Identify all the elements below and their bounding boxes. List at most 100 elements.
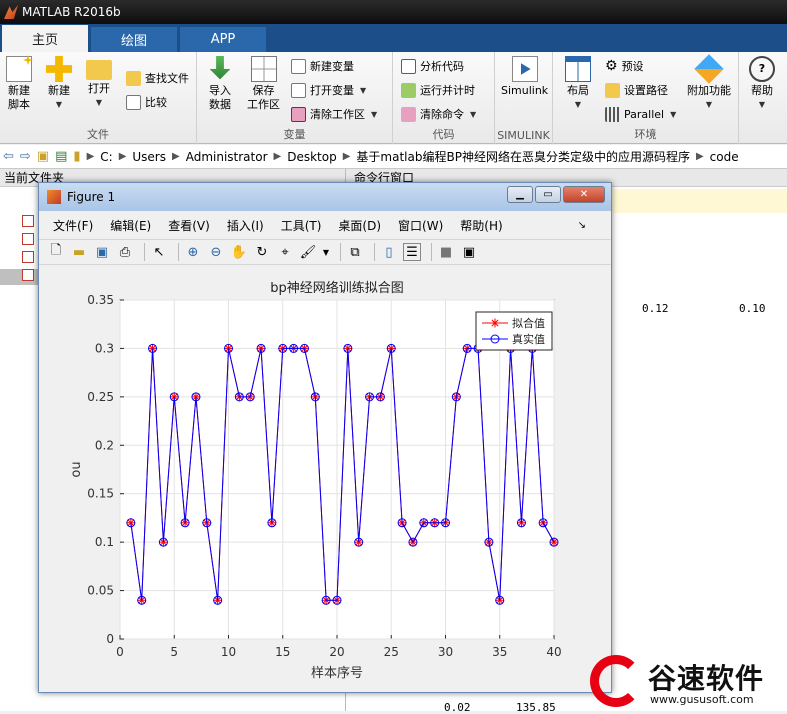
watermark-logo-icon — [590, 655, 642, 707]
figure-window[interactable]: Figure 1 ▁ ▭ ✕ 文件(F) 编辑(E) 查看(V) 插入(I) 工… — [38, 182, 612, 693]
legend-icon[interactable]: ☰ — [403, 243, 421, 261]
menu-window[interactable]: 窗口(W) — [398, 217, 443, 234]
analyze-code-icon — [401, 58, 416, 74]
help-button[interactable]: ? 帮助 ▼ — [749, 56, 775, 112]
y-tick-label: 0.35 — [87, 293, 114, 307]
matlab-file-icon — [22, 269, 34, 281]
file-group-label: 文件 — [87, 128, 109, 141]
help-label: 帮助 — [751, 84, 773, 97]
matlab-file-icon — [22, 251, 34, 263]
forward-arrow-icon[interactable]: ⇨ — [20, 149, 31, 164]
y-tick-label: 0.1 — [95, 535, 114, 549]
clear-workspace-label: 清除工作区 — [310, 108, 365, 121]
import-data-button[interactable]: 导入 数据 — [207, 56, 233, 112]
print-icon[interactable]: ⎙ — [116, 243, 134, 261]
menu-overflow-icon[interactable]: ↘ — [578, 220, 586, 231]
parallel-icon — [605, 106, 620, 122]
tab-plots[interactable]: 绘图 — [91, 27, 177, 52]
zoom-in-icon[interactable]: ⊕ — [184, 243, 202, 261]
ribbon-tabs: 主页 绘图 APP — [0, 24, 787, 52]
menu-tools[interactable]: 工具(T) — [281, 217, 322, 234]
clear-commands-button[interactable]: 清除命令 ▼ — [401, 104, 476, 124]
breadcrumb-drive[interactable]: C: — [100, 150, 112, 164]
folder-icon: ▮ — [73, 149, 81, 164]
compare-label: 比较 — [145, 96, 167, 109]
chevron-right-icon: ▶ — [342, 151, 351, 162]
new-variable-button[interactable]: 新建变量 — [291, 56, 354, 76]
layout-button[interactable]: 布局 ▼ — [565, 56, 591, 112]
selected-file-row[interactable] — [0, 269, 40, 285]
tab-apps[interactable]: APP — [180, 27, 266, 52]
find-files-button[interactable]: 查找文件 — [126, 68, 189, 88]
new-figure-icon[interactable]: 🗋 — [47, 243, 65, 261]
breadcrumb-code[interactable]: code — [710, 150, 739, 164]
save-icon[interactable]: ▣ — [93, 243, 111, 261]
menu-insert[interactable]: 插入(I) — [227, 217, 264, 234]
addons-button[interactable]: 附加功能 ▼ — [687, 54, 731, 112]
line-chart[interactable]: 0 5 10 15 20 25 30 35 40 0 0.05 0.1 0.15 0.2 0.25 0.3 0.… — [40, 267, 610, 692]
run-and-time-button[interactable]: 运行并计时 — [401, 80, 475, 100]
menu-view[interactable]: 查看(V) — [168, 217, 210, 234]
open-variable-icon — [291, 82, 306, 98]
parallel-button[interactable]: Parallel ▼ — [605, 104, 676, 124]
close-button[interactable]: ✕ — [563, 186, 605, 203]
hide-plot-tools-icon[interactable]: ■ — [437, 243, 455, 261]
rotate-icon[interactable]: ↻ — [253, 243, 271, 261]
save-workspace-icon — [250, 56, 277, 82]
preferences-button[interactable]: ⚙ 预设 — [605, 56, 644, 76]
colorbar-icon[interactable]: ▯ — [380, 243, 398, 261]
link-plot-icon[interactable]: ⧉ — [346, 243, 364, 261]
file-group: 新建 脚本 新建 ▼ 打开 ▼ 查找文件 比较 文件 — [0, 52, 197, 144]
new-script-button[interactable]: 新建 脚本 — [6, 55, 33, 112]
analyze-code-button[interactable]: 分析代码 — [401, 56, 464, 76]
menu-desktop[interactable]: 桌面(D) — [338, 217, 381, 234]
menu-edit[interactable]: 编辑(E) — [110, 217, 151, 234]
up-folder-icon[interactable]: ▣ — [37, 149, 49, 164]
zoom-out-icon[interactable]: ⊖ — [207, 243, 225, 261]
new-variable-icon — [291, 58, 306, 74]
pointer-icon[interactable]: ↖ — [150, 243, 168, 261]
open-file-icon[interactable]: ▬ — [70, 243, 88, 261]
menu-file[interactable]: 文件(F) — [53, 217, 93, 234]
new-button[interactable]: 新建 ▼ — [46, 56, 72, 112]
data-cursor-icon[interactable]: ⌖ — [276, 243, 294, 261]
pan-hand-icon[interactable]: ✋ — [230, 243, 248, 261]
show-plot-tools-icon[interactable]: ▣ — [460, 243, 478, 261]
browse-folder-icon[interactable]: ▤ — [55, 149, 67, 164]
open-button[interactable]: 打开 ▼ — [86, 56, 112, 110]
brush-icon[interactable]: 🖌 — [299, 243, 317, 261]
menu-help[interactable]: 帮助(H) — [460, 217, 502, 234]
legend-marker-star — [490, 318, 500, 328]
breadcrumb-desktop[interactable]: Desktop — [287, 150, 337, 164]
x-axis-label: 样本序号 — [311, 666, 363, 681]
chevron-right-icon: ▶ — [118, 151, 127, 162]
chevron-down-icon[interactable]: ▼ — [322, 243, 330, 261]
layout-icon — [565, 56, 591, 82]
legend[interactable]: 拟合值真实值 — [475, 311, 553, 351]
ribbon: 新建 脚本 新建 ▼ 打开 ▼ 查找文件 比较 文件 导入 数据 保存 工作区 … — [0, 52, 787, 144]
minimize-button[interactable]: ▁ — [507, 186, 533, 203]
breadcrumb-project-folder[interactable]: 基于matlab编程BP神经网络在恶臭分类定级中的应用源码程序 — [356, 148, 690, 165]
simulink-button[interactable]: Simulink — [501, 56, 548, 98]
compare-button[interactable]: 比较 — [126, 92, 167, 112]
maximize-button[interactable]: ▭ — [535, 186, 561, 203]
matlab-file-icon — [22, 233, 34, 245]
open-variable-button[interactable]: 打开变量 ▼ — [291, 80, 366, 100]
x-tick-label: 5 — [170, 645, 178, 659]
breadcrumb-users[interactable]: Users — [132, 150, 166, 164]
address-bar[interactable]: ⇦ ⇨ ▣ ▤ ▮ ▶ C: ▶ Users ▶ Administrator ▶… — [0, 145, 787, 169]
simulink-group-label: SIMULINK — [497, 129, 550, 142]
title-bar: MATLAB R2016b — [0, 0, 787, 24]
tab-home[interactable]: 主页 — [2, 25, 88, 52]
figure-title-bar[interactable]: Figure 1 ▁ ▭ ✕ — [39, 183, 611, 211]
save-workspace-button[interactable]: 保存 工作区 — [247, 56, 280, 112]
back-arrow-icon[interactable]: ⇦ — [3, 149, 14, 164]
clear-commands-label: 清除命令 — [420, 108, 464, 121]
plot-area[interactable]: 0 5 10 15 20 25 30 35 40 0 0.05 0.1 0.15 0.2 0.25 0.3 0.… — [40, 267, 610, 692]
help-icon: ? — [749, 56, 775, 82]
chevron-down-icon: ▼ — [574, 100, 582, 109]
clear-workspace-button[interactable]: 清除工作区 ▼ — [291, 104, 377, 124]
breadcrumb-administrator[interactable]: Administrator — [186, 150, 268, 164]
set-path-button[interactable]: 设置路径 — [605, 80, 668, 100]
x-tick-label: 0 — [116, 645, 124, 659]
